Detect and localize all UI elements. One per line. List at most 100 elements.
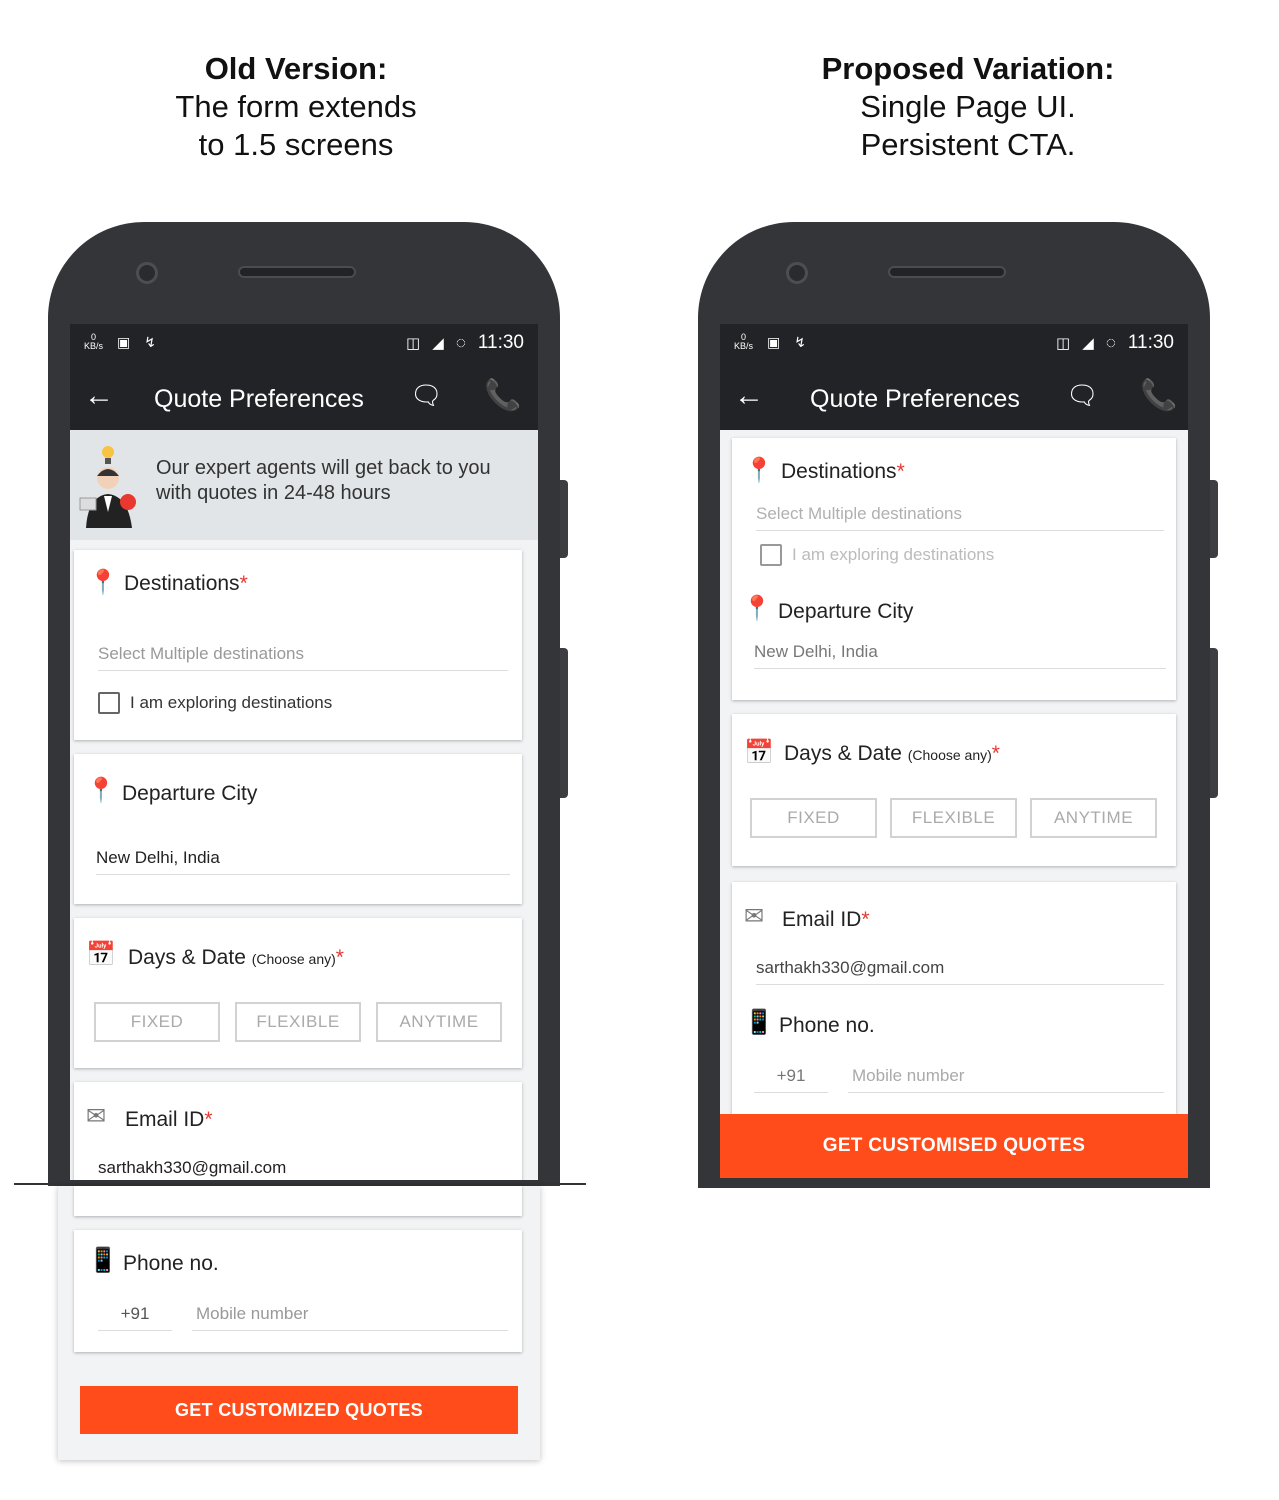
- front-camera: [136, 262, 158, 284]
- contact-card: ✉ Email ID* sarthakh330@gmail.com 📱 Phon…: [732, 882, 1176, 1122]
- departure-city-input[interactable]: New Delhi, India: [96, 848, 510, 875]
- app-bar: ← Quote Preferences 🗨 📞: [70, 366, 538, 430]
- location-pin-icon: 📍: [86, 777, 116, 804]
- option-flexible[interactable]: FLEXIBLE: [890, 798, 1017, 838]
- signal-icon: ◢: [432, 335, 444, 352]
- location-pin-icon: 📍: [742, 595, 772, 622]
- side-button: [1210, 480, 1218, 558]
- back-arrow-icon[interactable]: ←: [734, 378, 764, 414]
- email-input[interactable]: sarthakh330@gmail.com: [756, 958, 1164, 985]
- exploring-destinations-checkbox[interactable]: I am exploring destinations: [760, 544, 994, 566]
- phone-label: Phone no.: [123, 1252, 219, 1275]
- departure-city-label: Departure City: [778, 600, 914, 623]
- form-content: Our expert agents will get back to you w…: [70, 430, 538, 1180]
- screen-old: 0 KB/s ▣ ↯ ◫ ◢ ◌ 11:30 ← Quote Preferenc…: [70, 324, 538, 1180]
- checkbox-box[interactable]: [98, 692, 120, 714]
- form-extension-below-fold: 📱 Phone no. +91 Mobile number GET CUSTOM…: [58, 1186, 540, 1460]
- earpiece-speaker: [888, 266, 1006, 278]
- side-button: [1210, 648, 1218, 798]
- mobile-number-input[interactable]: Mobile number: [848, 1066, 1164, 1093]
- checkbox-box[interactable]: [760, 544, 782, 566]
- status-bar: 0 KB/s ▣ ↯ ◫ ◢ ◌ 11:30: [720, 324, 1188, 366]
- earpiece-speaker: [238, 266, 356, 278]
- option-fixed[interactable]: FIXED: [94, 1002, 220, 1042]
- phone-label: Phone no.: [779, 1014, 875, 1037]
- option-flexible[interactable]: FLEXIBLE: [235, 1002, 361, 1042]
- days-date-card: 📅 Days & Date (Choose any)* FIXED FLEXIB…: [732, 714, 1176, 866]
- image-icon: ▣: [767, 333, 781, 350]
- chat-icon[interactable]: 🗨: [410, 380, 443, 411]
- days-date-card: 📅 Days & Date (Choose any)* FIXED FLEXIB…: [74, 918, 522, 1068]
- front-camera: [786, 262, 808, 284]
- location-pin-icon: 📍: [88, 569, 118, 596]
- destinations-label: Destinations*: [124, 572, 248, 595]
- caption-line: to 1.5 screens: [198, 127, 394, 162]
- get-customised-quotes-button[interactable]: GET CUSTOMISED QUOTES: [720, 1114, 1188, 1178]
- email-card: ✉ Email ID* sarthakh330@gmail.com: [74, 1082, 522, 1180]
- checkbox-label: I am exploring destinations: [130, 693, 333, 712]
- get-customized-quotes-button[interactable]: GET CUSTOMIZED QUOTES: [80, 1386, 518, 1434]
- clock-time: 11:30: [477, 332, 524, 353]
- location-pin-icon: 📍: [744, 457, 774, 484]
- page-title: Quote Preferences: [154, 385, 364, 413]
- departure-city-input[interactable]: New Delhi, India: [754, 642, 1166, 669]
- option-anytime[interactable]: ANYTIME: [376, 1002, 502, 1042]
- caption-title: Old Version:: [204, 51, 388, 86]
- app-bar: ← Quote Preferences 🗨 📞: [720, 366, 1188, 430]
- caption-old-version: Old Version: The form extends to 1.5 scr…: [96, 50, 496, 164]
- mobile-number-input[interactable]: Mobile number: [192, 1304, 508, 1331]
- caption-line: Single Page UI.: [860, 89, 1076, 124]
- calendar-icon: 📅: [744, 739, 774, 766]
- network-speed: 0 KB/s: [84, 332, 104, 351]
- screen-proposed: 0 KB/s ▣ ↯ ◫ ◢ ◌ 11:30 ← Quote Preferenc…: [720, 324, 1188, 1178]
- call-icon[interactable]: 📞: [484, 378, 521, 413]
- signal-icon: ◢: [1082, 335, 1094, 352]
- destination-departure-card: 📍 Destinations* Select Multiple destinat…: [732, 438, 1176, 700]
- destinations-card: 📍 Destinations* Select Multiple destinat…: [74, 550, 522, 740]
- destinations-input[interactable]: Select Multiple destinations: [98, 644, 508, 671]
- destinations-label: Destinations*: [781, 460, 905, 483]
- form-content: 📍 Destinations* Select Multiple destinat…: [720, 430, 1188, 1122]
- option-fixed[interactable]: FIXED: [750, 798, 877, 838]
- network-speed: 0 KB/s: [734, 332, 754, 351]
- loading-icon: ◌: [1105, 333, 1116, 352]
- mail-icon: ✉: [744, 903, 765, 930]
- missed-call-icon: ↯: [794, 333, 806, 350]
- days-date-label: Days & Date (Choose any)*: [128, 946, 344, 969]
- banner-text: Our expert agents will get back to you w…: [156, 457, 491, 504]
- status-bar: 0 KB/s ▣ ↯ ◫ ◢ ◌ 11:30: [70, 324, 538, 366]
- mobile-phone-icon: 📱: [744, 1009, 774, 1036]
- caption-title: Proposed Variation:: [821, 51, 1115, 86]
- country-code-input[interactable]: +91: [754, 1066, 828, 1093]
- email-label: Email ID*: [125, 1108, 213, 1131]
- vibrate-icon: ◫: [1056, 335, 1071, 352]
- destinations-input[interactable]: Select Multiple destinations: [756, 504, 1164, 531]
- caption-proposed-variation: Proposed Variation: Single Page UI. Pers…: [768, 50, 1168, 164]
- agent-mascot-icon: [79, 446, 136, 528]
- caption-line: The form extends: [175, 89, 417, 124]
- email-label: Email ID*: [782, 908, 870, 931]
- calendar-icon: 📅: [86, 941, 116, 968]
- phone-card: 📱 Phone no. +91 Mobile number: [74, 1230, 522, 1352]
- page-title: Quote Preferences: [810, 385, 1020, 413]
- option-anytime[interactable]: ANYTIME: [1030, 798, 1157, 838]
- mail-icon: ✉: [86, 1103, 107, 1130]
- back-arrow-icon[interactable]: ←: [84, 378, 114, 414]
- call-icon[interactable]: 📞: [1140, 378, 1177, 413]
- side-button: [560, 480, 568, 558]
- exploring-destinations-checkbox[interactable]: I am exploring destinations: [98, 692, 332, 714]
- vibrate-icon: ◫: [406, 335, 421, 352]
- info-banner: Our expert agents will get back to you w…: [70, 430, 538, 540]
- country-code-input[interactable]: +91: [98, 1304, 172, 1331]
- screen-fold-line: [14, 1183, 586, 1185]
- email-card-bottom: [74, 1186, 522, 1216]
- departure-city-label: Departure City: [122, 782, 258, 805]
- loading-icon: ◌: [455, 333, 466, 352]
- side-button: [560, 648, 568, 798]
- chat-icon[interactable]: 🗨: [1066, 380, 1099, 411]
- image-icon: ▣: [117, 333, 131, 350]
- missed-call-icon: ↯: [144, 333, 156, 350]
- mobile-phone-icon: 📱: [88, 1247, 118, 1274]
- email-input[interactable]: sarthakh330@gmail.com: [98, 1158, 512, 1180]
- caption-line: Persistent CTA.: [860, 127, 1076, 162]
